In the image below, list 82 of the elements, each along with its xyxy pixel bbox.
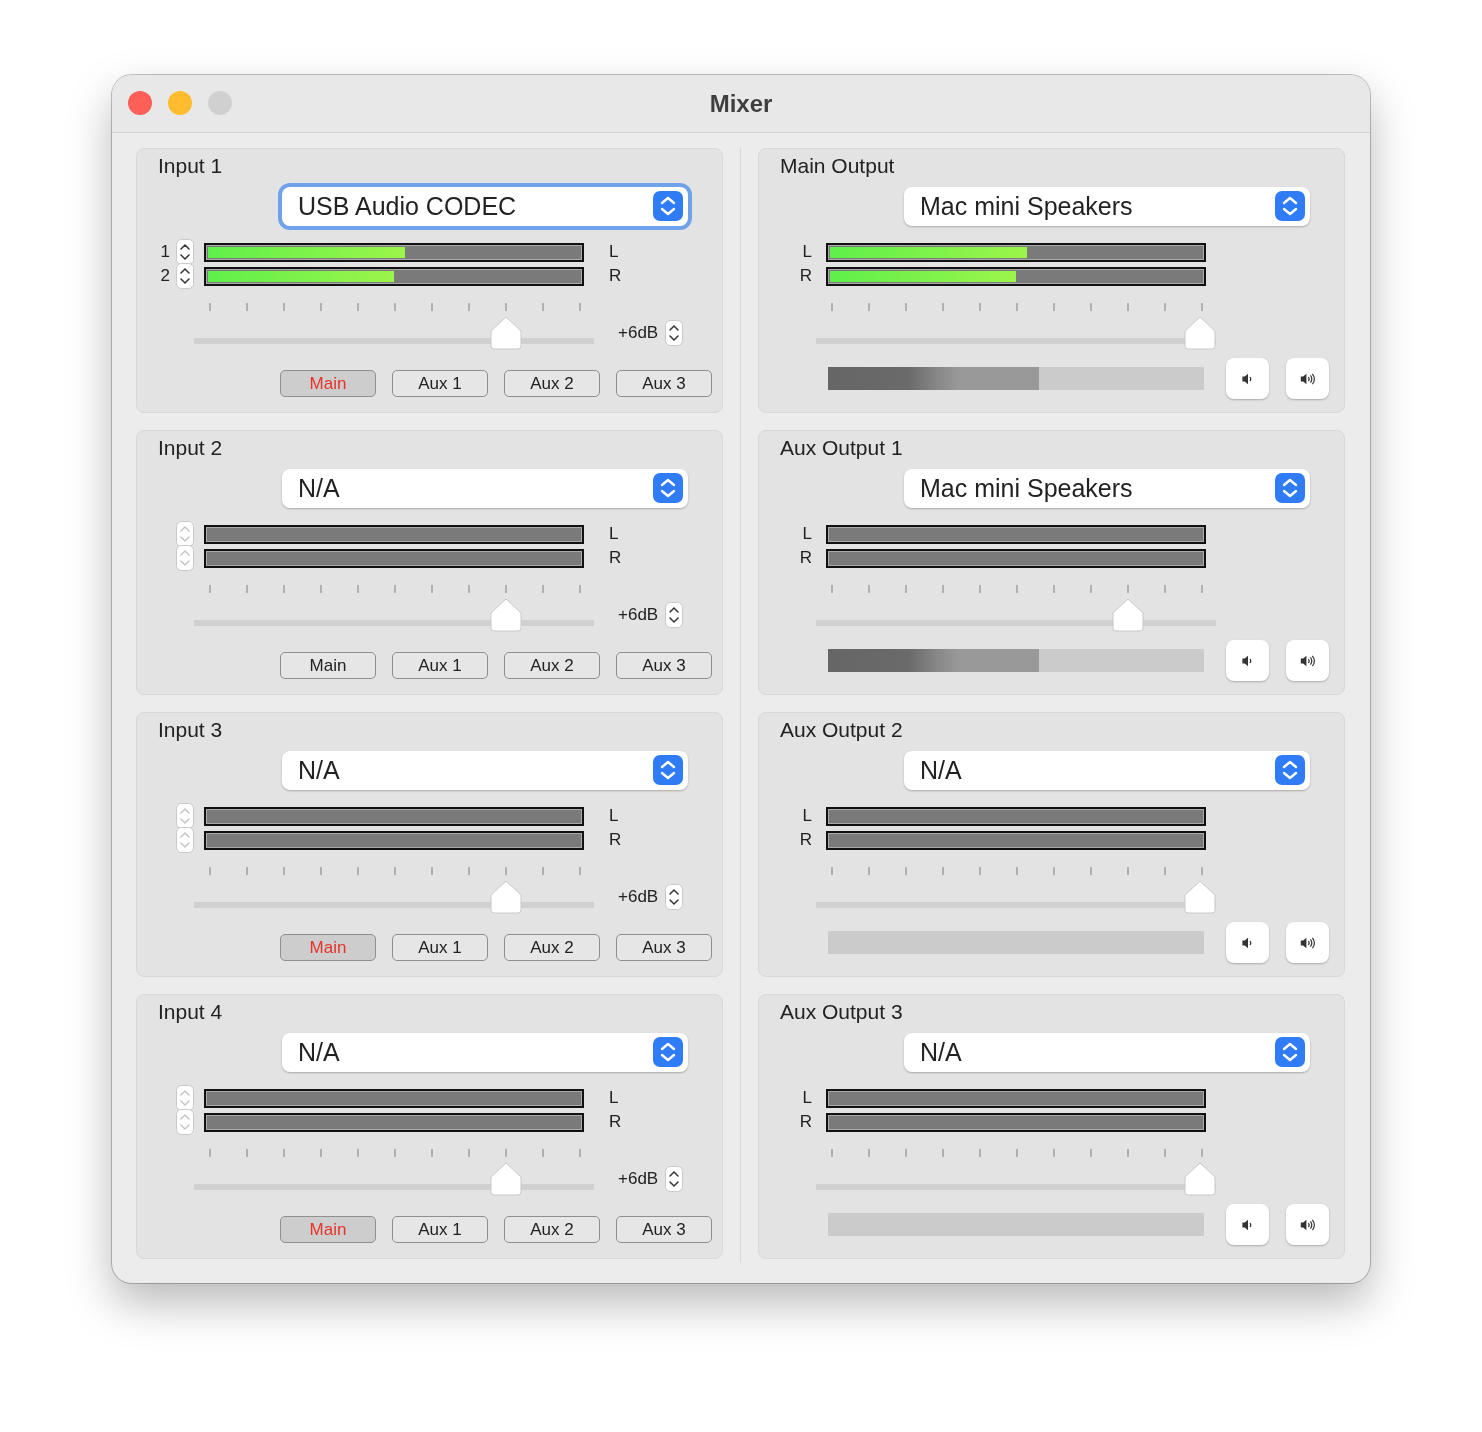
- slider-thumb[interactable]: [1184, 316, 1216, 350]
- route-toggle-button[interactable]: Aux 2: [504, 370, 600, 397]
- channel-side-label: R: [799, 1112, 812, 1132]
- zoom-button[interactable]: [208, 91, 232, 115]
- volume-down-button[interactable]: [1226, 640, 1269, 681]
- panel-title: Input 1: [158, 153, 223, 179]
- channel-side-label: L: [609, 242, 619, 262]
- channel-side-label: R: [609, 548, 622, 568]
- gain-label: +6dB: [618, 323, 659, 343]
- device-dropdown[interactable]: N/A: [282, 1032, 688, 1072]
- dropdown-arrows-icon: [653, 755, 683, 785]
- volume-down-button[interactable]: [1226, 1204, 1269, 1245]
- device-dropdown[interactable]: N/A: [904, 750, 1310, 790]
- device-dropdown[interactable]: N/A: [282, 750, 688, 790]
- channel-side-label: L: [609, 524, 619, 544]
- panel-title: Aux Output 1: [780, 435, 903, 461]
- route-toggle-button[interactable]: Aux 1: [392, 1216, 488, 1243]
- gain-stepper[interactable]: [665, 884, 684, 910]
- route-toggle-button[interactable]: Aux 2: [504, 934, 600, 961]
- route-toggle-button[interactable]: Aux 3: [616, 1216, 712, 1243]
- channel-side-label: L: [802, 806, 812, 826]
- device-dropdown[interactable]: N/A: [904, 1032, 1310, 1072]
- route-toggle-button[interactable]: Aux 2: [504, 652, 600, 679]
- dropdown-arrows-icon: [1275, 191, 1305, 221]
- slider-thumb[interactable]: [490, 1162, 522, 1196]
- panel-title: Aux Output 2: [780, 717, 903, 743]
- panel-title: Input 4: [158, 999, 223, 1025]
- dropdown-arrows-icon: [653, 1037, 683, 1067]
- route-toggle-button[interactable]: Aux 1: [392, 370, 488, 397]
- panel-title: Main Output: [780, 153, 895, 179]
- channel-side-label: R: [609, 266, 622, 286]
- device-dropdown[interactable]: N/A: [282, 468, 688, 508]
- gain-stepper[interactable]: [665, 602, 684, 628]
- window-title: Mixer: [709, 89, 773, 118]
- gain-stepper[interactable]: [665, 320, 684, 346]
- volume-up-button[interactable]: [1286, 640, 1329, 681]
- route-toggle-button[interactable]: Aux 3: [616, 370, 712, 397]
- close-button[interactable]: [128, 91, 152, 115]
- channel-side-label: R: [609, 1112, 622, 1132]
- dropdown-arrows-icon: [1275, 755, 1305, 785]
- route-toggle-button[interactable]: Aux 2: [504, 1216, 600, 1243]
- slider-thumb[interactable]: [490, 598, 522, 632]
- route-toggle-button[interactable]: Aux 3: [616, 652, 712, 679]
- volume-up-button[interactable]: [1286, 1204, 1329, 1245]
- dropdown-arrows-icon: [653, 473, 683, 503]
- channel-number: 1: [160, 242, 170, 262]
- gain-label: +6dB: [618, 887, 659, 907]
- dropdown-arrows-icon: [1275, 473, 1305, 503]
- panel-title: Aux Output 3: [780, 999, 903, 1025]
- slider-thumb[interactable]: [1184, 1162, 1216, 1196]
- channel-side-label: R: [799, 548, 812, 568]
- channel-side-label: R: [799, 266, 812, 286]
- device-dropdown[interactable]: Mac mini Speakers: [904, 186, 1310, 226]
- volume-down-button[interactable]: [1226, 922, 1269, 963]
- slider-thumb[interactable]: [490, 316, 522, 350]
- panel-title: Input 2: [158, 435, 223, 461]
- route-toggle-button[interactable]: Main: [280, 652, 376, 679]
- panel-title: Input 3: [158, 717, 223, 743]
- route-toggle-button[interactable]: Aux 1: [392, 652, 488, 679]
- channel-side-label: L: [609, 806, 619, 826]
- gain-label: +6dB: [618, 605, 659, 625]
- gain-label: +6dB: [618, 1169, 659, 1189]
- route-toggle-button[interactable]: Aux 1: [392, 934, 488, 961]
- volume-down-button[interactable]: [1226, 358, 1269, 399]
- volume-up-button[interactable]: [1286, 358, 1329, 399]
- device-dropdown[interactable]: Mac mini Speakers: [904, 468, 1310, 508]
- slider-thumb[interactable]: [1112, 598, 1144, 632]
- channel-side-label: R: [609, 830, 622, 850]
- channel-side-label: L: [802, 1088, 812, 1108]
- channel-side-label: L: [802, 242, 812, 262]
- gain-stepper[interactable]: [665, 1166, 684, 1192]
- route-toggle-button[interactable]: Aux 3: [616, 934, 712, 961]
- channel-side-label: L: [609, 1088, 619, 1108]
- channel-number: 2: [160, 266, 170, 286]
- dropdown-arrows-icon: [653, 191, 683, 221]
- channel-side-label: R: [799, 830, 812, 850]
- slider-thumb[interactable]: [490, 880, 522, 914]
- channel-side-label: L: [802, 524, 812, 544]
- slider-thumb[interactable]: [1184, 880, 1216, 914]
- volume-up-button[interactable]: [1286, 922, 1329, 963]
- dropdown-arrows-icon: [1275, 1037, 1305, 1067]
- minimize-button[interactable]: [168, 91, 192, 115]
